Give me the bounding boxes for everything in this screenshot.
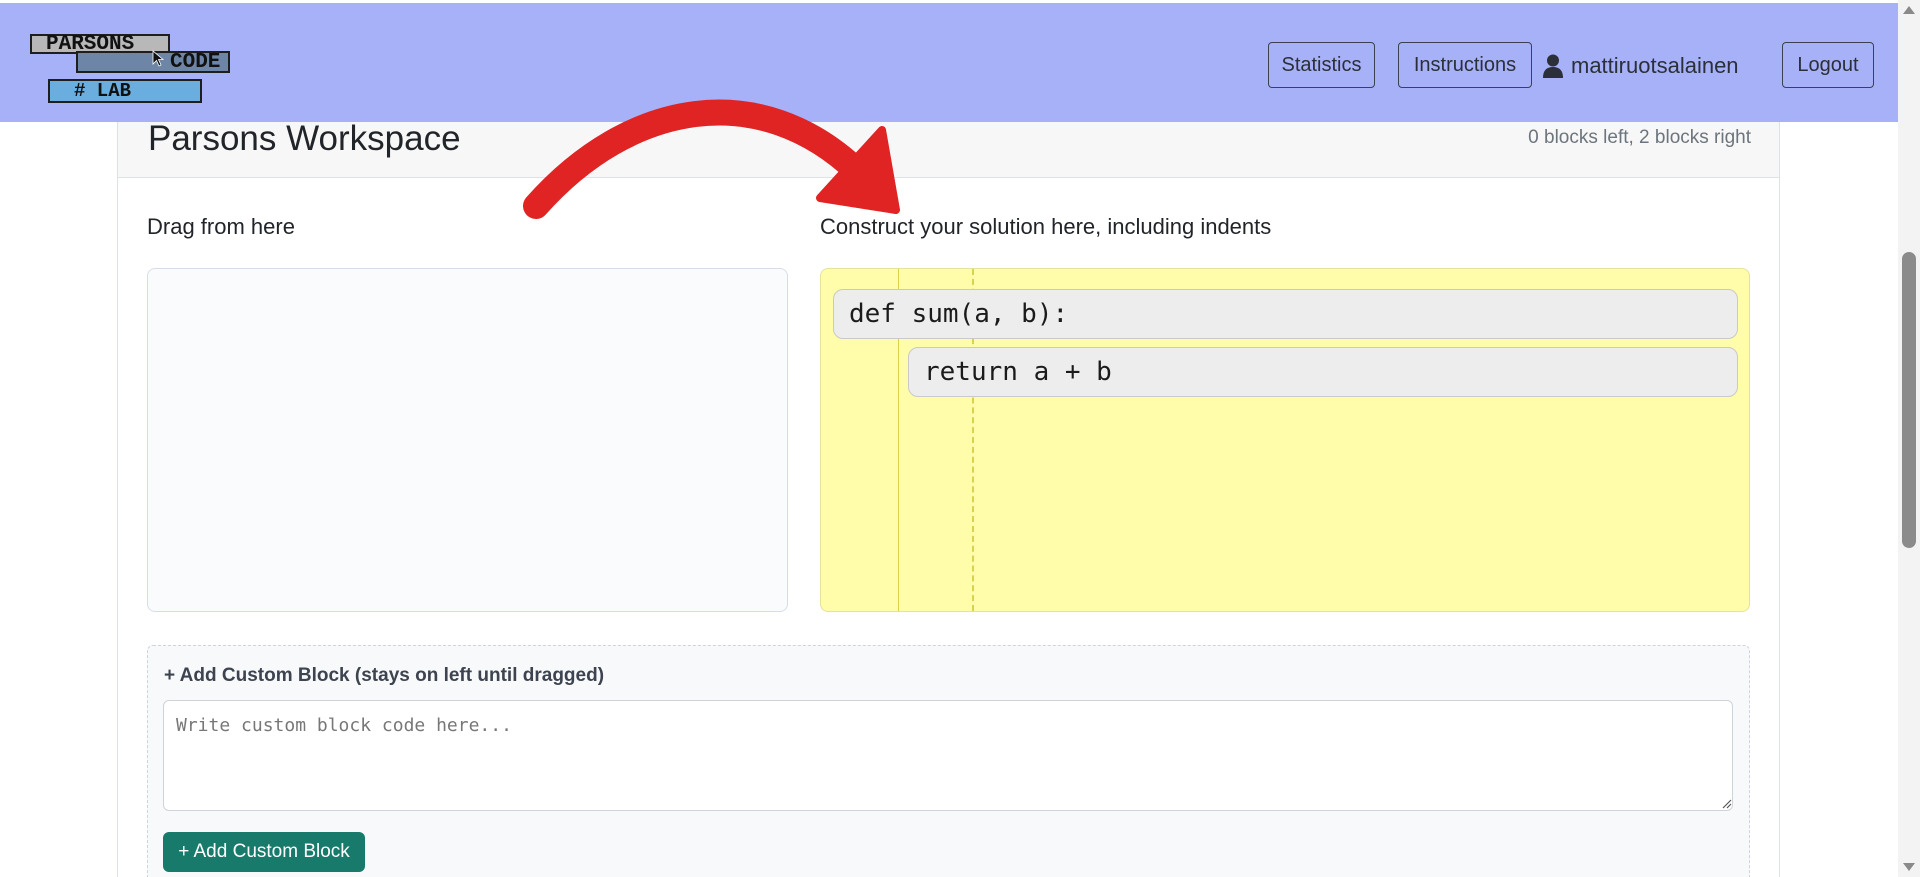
code-block[interactable]: return a + b bbox=[908, 347, 1738, 397]
page-scrollbar[interactable] bbox=[1898, 0, 1920, 877]
solution-area[interactable]: def sum(a, b): return a + b bbox=[820, 268, 1750, 612]
solution-area-label: Construct your solution here, including … bbox=[820, 214, 1272, 239]
navbar: PARSONS CODE # LAB Statistics Instructio… bbox=[0, 3, 1898, 122]
user-icon bbox=[1543, 54, 1563, 78]
source-blocks-area[interactable] bbox=[147, 268, 788, 612]
scrollbar-thumb[interactable] bbox=[1902, 252, 1916, 548]
logo-word-lab: # LAB bbox=[48, 79, 202, 103]
cursor-icon bbox=[152, 50, 165, 67]
statistics-button[interactable]: Statistics bbox=[1268, 42, 1375, 88]
custom-block-title[interactable]: + Add Custom Block (stays on left until … bbox=[164, 665, 604, 687]
drag-area-label: Drag from here bbox=[147, 214, 295, 239]
custom-block-panel: + Add Custom Block (stays on left until … bbox=[147, 645, 1750, 877]
add-custom-block-button[interactable]: + Add Custom Block bbox=[163, 832, 365, 872]
page-title: Parsons Workspace bbox=[148, 119, 461, 158]
code-block[interactable]: def sum(a, b): bbox=[833, 289, 1738, 339]
block-count-status: 0 blocks left, 2 blocks right bbox=[1528, 127, 1751, 148]
resize-handle-icon[interactable] bbox=[1720, 797, 1732, 809]
instructions-button[interactable]: Instructions bbox=[1398, 42, 1532, 88]
logout-button[interactable]: Logout bbox=[1782, 42, 1874, 88]
user-profile[interactable]: mattiruotsalainen bbox=[1543, 51, 1739, 81]
custom-block-input[interactable] bbox=[163, 700, 1733, 811]
username-label: mattiruotsalainen bbox=[1571, 53, 1739, 78]
scroll-up-arrow-icon[interactable] bbox=[1903, 6, 1915, 14]
scroll-down-arrow-icon[interactable] bbox=[1903, 863, 1915, 871]
parsons-code-lab-logo[interactable]: PARSONS CODE # LAB bbox=[30, 34, 230, 104]
